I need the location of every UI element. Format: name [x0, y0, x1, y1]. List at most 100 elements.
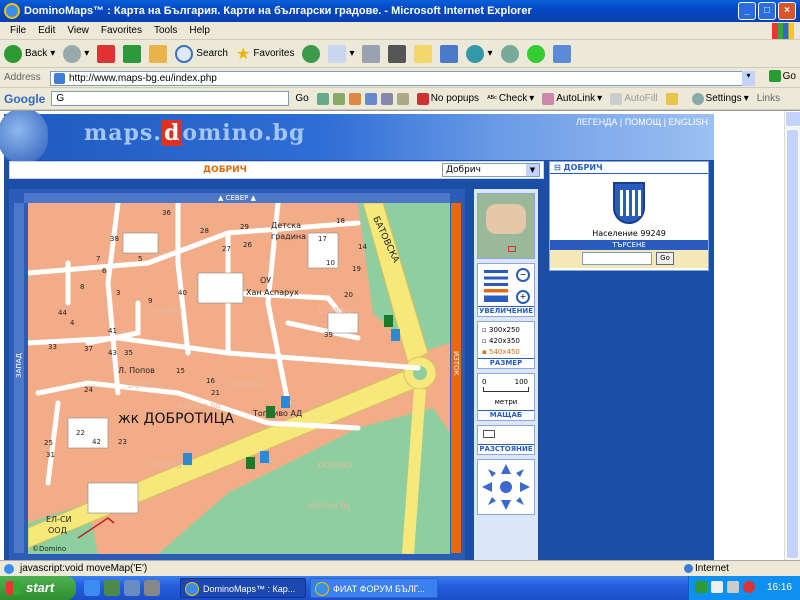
refresh-icon[interactable]: [123, 44, 142, 63]
links-label[interactable]: Links: [757, 93, 780, 104]
menu-file[interactable]: File: [4, 25, 32, 36]
favorites-button[interactable]: ★ Favorites: [236, 44, 294, 64]
scroll-thumb[interactable]: [786, 129, 799, 559]
popup-blocker-button[interactable]: No popups: [416, 92, 479, 105]
svg-text:domino.bg: domino.bg: [178, 401, 221, 410]
site-logo[interactable]: maps.domino.bg: [84, 120, 305, 146]
building-number: 36: [162, 209, 171, 217]
city-select[interactable]: Добрич ▼: [442, 163, 540, 177]
menu-help[interactable]: Help: [183, 25, 216, 36]
clover-icon[interactable]: [526, 44, 545, 63]
autolink-button[interactable]: AutoLink ▾: [542, 92, 602, 105]
home-icon[interactable]: [149, 44, 168, 63]
quicklaunch-media-icon[interactable]: [124, 580, 140, 596]
google-go-button[interactable]: Go: [295, 93, 308, 104]
google-search-input[interactable]: G: [51, 91, 290, 106]
building-number: 9: [148, 297, 152, 305]
menu-edit[interactable]: Edit: [32, 25, 61, 36]
size-option-medium[interactable]: ▫ 420x350: [482, 337, 520, 345]
address-input[interactable]: http://www.maps-bg.eu/index.php: [50, 71, 754, 86]
building-number: 10: [326, 259, 335, 267]
building-number: 43: [108, 349, 117, 357]
autofill-button[interactable]: AutoFill: [610, 92, 658, 105]
top-links[interactable]: ЛЕГЕНДА | ПОМОЩ | ENGLISH: [576, 117, 708, 127]
pagerank-icon[interactable]: [348, 92, 361, 105]
size-panel: ▫ 300x250 ▫ 420x350 ▪ 540x450 РАЗМЕР: [477, 321, 535, 369]
building-number: 17: [318, 235, 327, 243]
task-dominomaps[interactable]: DominoMaps™ : Кар...: [180, 578, 306, 598]
page-icon: [54, 73, 65, 84]
task-fiat-forum[interactable]: ФИАТ ФОРУМ БЪЛГ...: [310, 578, 438, 598]
pan-control[interactable]: [477, 459, 535, 515]
news-icon[interactable]: [332, 92, 345, 105]
city-search-go-button[interactable]: Go: [656, 252, 674, 265]
kindergarten-label: Детска: [271, 221, 301, 230]
status-bar: javascript:void moveMap('E') Internet: [0, 560, 800, 576]
tray-chat-icon[interactable]: [711, 581, 723, 593]
research-icon[interactable]: [500, 44, 519, 63]
nav-east[interactable]: ИЗТОК: [451, 203, 461, 553]
settings-button[interactable]: Settings ▾: [691, 92, 749, 105]
building-number: 26: [243, 241, 252, 249]
building-number: 7: [96, 255, 100, 263]
status-text: javascript:void moveMap('E'): [20, 563, 148, 574]
quicklaunch-app-icon[interactable]: [144, 580, 160, 596]
city-map[interactable]: 36 38 28 29 26 27 7 6 5 8 3 40 9 44 4 41…: [28, 203, 450, 554]
tray-network-icon[interactable]: [695, 581, 707, 593]
menu-view[interactable]: View: [61, 25, 95, 36]
quicklaunch-ie-icon[interactable]: [84, 580, 100, 596]
back-button[interactable]: Back ▾: [4, 44, 55, 63]
svg-text:DOMINO: DOMINO: [148, 306, 182, 315]
mail-icon[interactable]: [328, 44, 347, 63]
stop-icon[interactable]: [97, 44, 116, 63]
nav-west[interactable]: ЗАПАД: [14, 203, 24, 553]
history-icon[interactable]: [302, 44, 321, 63]
building-number: 24: [84, 386, 93, 394]
building-number: 31: [46, 451, 55, 459]
skype-icon[interactable]: [466, 44, 485, 63]
clock[interactable]: 16:16: [767, 582, 792, 593]
up-icon[interactable]: [380, 92, 393, 105]
notes-icon[interactable]: [414, 44, 433, 63]
minimap[interactable]: [477, 193, 535, 259]
messenger2-icon[interactable]: [552, 44, 571, 63]
tray-volume-icon[interactable]: [727, 581, 739, 593]
go-button[interactable]: Go: [768, 70, 796, 82]
quicklaunch-desktop-icon[interactable]: [104, 580, 120, 596]
city-search-input[interactable]: [582, 252, 652, 265]
start-button[interactable]: start: [0, 576, 76, 600]
site-header: maps.domino.bg ЛЕГЕНДА | ПОМОЩ | ENGLISH: [0, 111, 714, 164]
zoom-slider[interactable]: [484, 270, 508, 302]
menu-favorites[interactable]: Favorites: [95, 25, 148, 36]
address-dropdown-icon[interactable]: ▾: [742, 71, 755, 86]
search-button[interactable]: Search: [175, 44, 228, 63]
internet-zone-icon: [684, 564, 693, 573]
city-info-header[interactable]: ⊟ ДОБРИЧ: [550, 162, 708, 174]
minimize-button[interactable]: _: [738, 2, 756, 20]
spellcheck-button[interactable]: ᴬᴮᶜ Check ▾: [487, 93, 534, 104]
distance-panel[interactable]: РАЗСТОЯНИЕ: [477, 425, 535, 455]
zoom-in-icon[interactable]: +: [516, 290, 530, 304]
messenger-icon[interactable]: [440, 44, 459, 63]
scroll-up-icon[interactable]: [785, 111, 800, 127]
size-option-large[interactable]: ▪ 540x450: [482, 348, 520, 356]
highlight-icon[interactable]: [396, 92, 409, 105]
info-icon[interactable]: [364, 92, 377, 105]
tray-security-icon[interactable]: [743, 581, 755, 593]
building-number: 28: [200, 227, 209, 235]
building-number: 29: [240, 223, 249, 231]
nav-north[interactable]: ▲ СЕВЕР ▲: [24, 193, 450, 203]
print-icon[interactable]: [362, 44, 381, 63]
maximize-button[interactable]: □: [758, 2, 776, 20]
vertical-scrollbar[interactable]: [784, 111, 800, 560]
zoom-out-icon[interactable]: −: [516, 268, 530, 282]
menu-tools[interactable]: Tools: [148, 25, 183, 36]
back-dropdown-icon[interactable]: ▾: [50, 48, 55, 59]
search-web-icon[interactable]: [316, 92, 329, 105]
spellcheck-icon: ᴬᴮᶜ: [487, 94, 497, 103]
forward-button[interactable]: ▾: [63, 44, 89, 63]
send-to-icon[interactable]: [665, 92, 678, 105]
edit-icon[interactable]: [388, 44, 407, 63]
close-button[interactable]: ×: [778, 2, 796, 20]
size-option-small[interactable]: ▫ 300x250: [482, 326, 520, 334]
